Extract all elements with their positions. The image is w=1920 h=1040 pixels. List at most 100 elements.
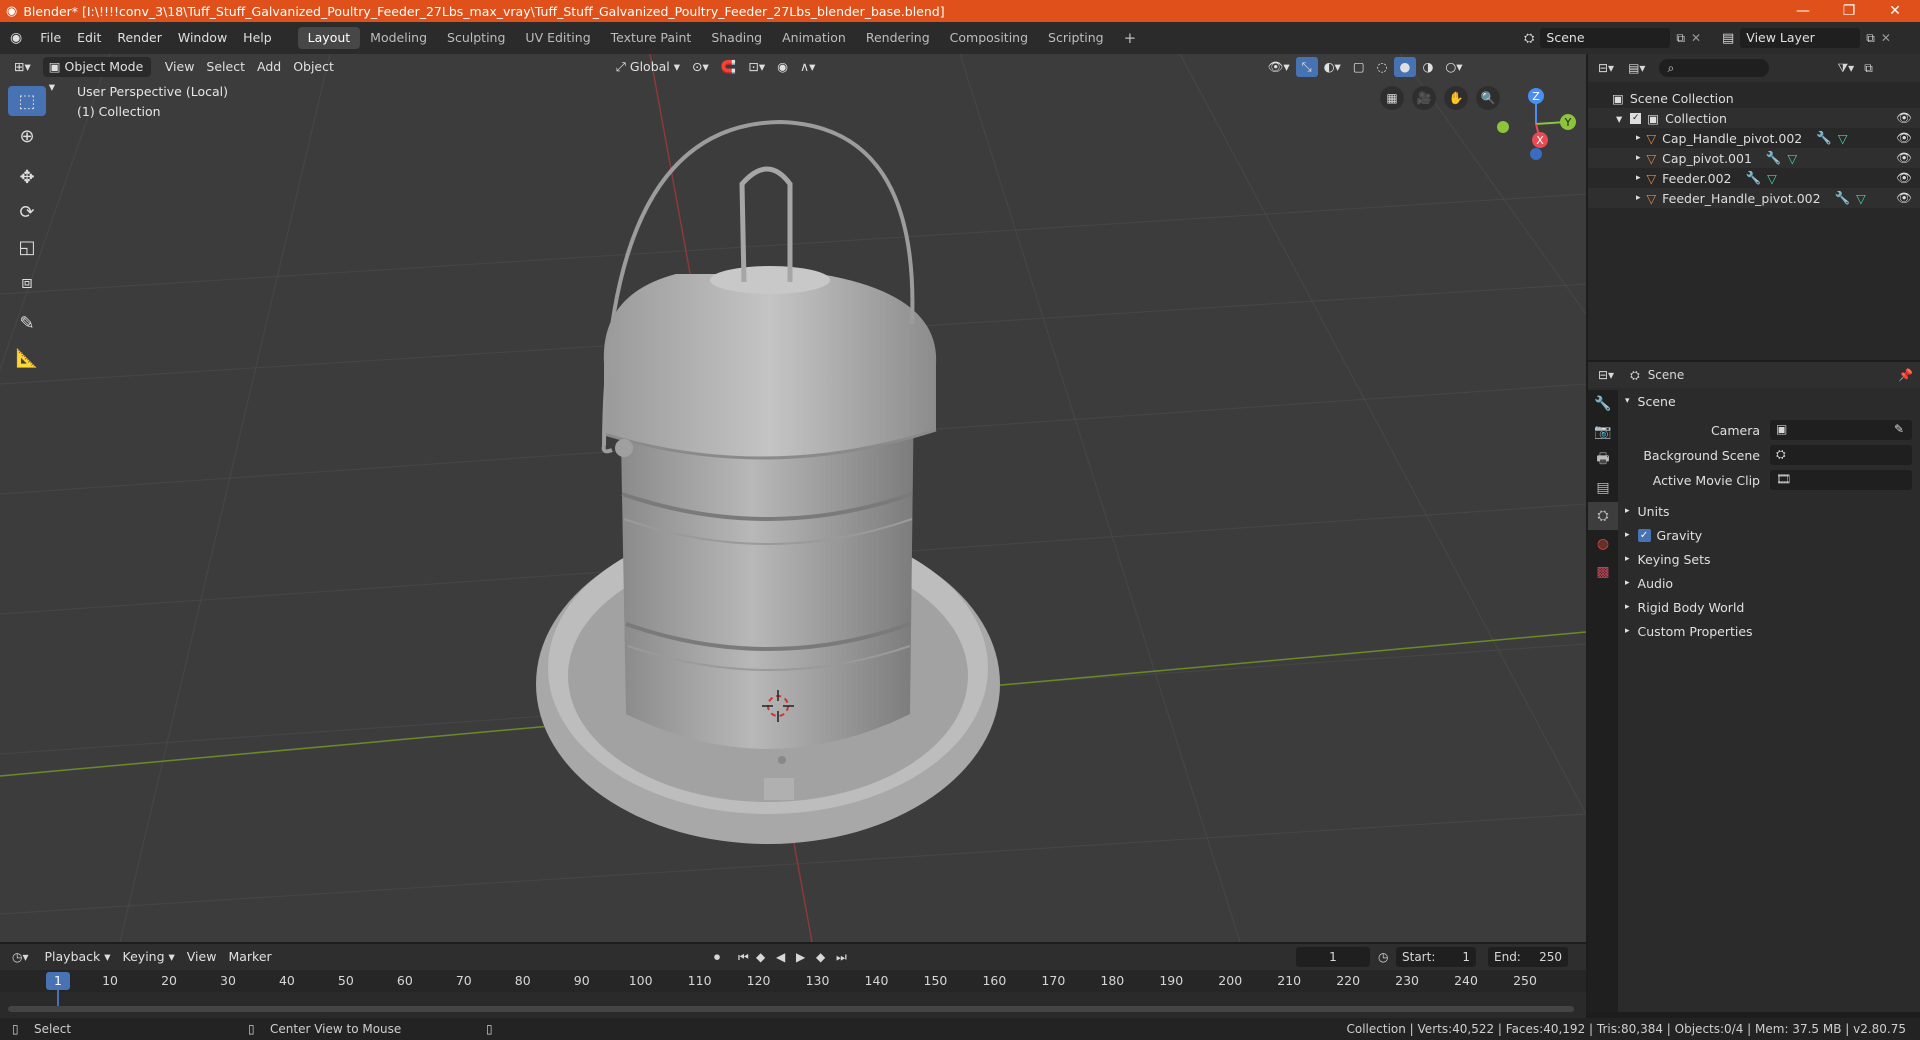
- minimize-button[interactable]: —: [1780, 0, 1826, 22]
- pan-hand-icon[interactable]: ✋: [1444, 86, 1468, 110]
- remove-view-layer-icon[interactable]: ✕: [1881, 31, 1891, 45]
- new-collection-icon[interactable]: ⧉: [1864, 61, 1873, 76]
- properties-editor-icon[interactable]: ⊟▾: [1598, 368, 1614, 382]
- start-frame-field[interactable]: Start: 1: [1396, 947, 1476, 967]
- eye-icon[interactable]: 👁: [1896, 170, 1912, 186]
- pin-icon[interactable]: 📌: [1898, 368, 1913, 382]
- tab-shading[interactable]: Shading: [701, 27, 772, 49]
- outliner-row-object[interactable]: ▸ ▽ Cap_Handle_pivot.002 🔧 ▽ 👁: [1588, 128, 1920, 148]
- viewport-menu-view[interactable]: View: [159, 57, 201, 77]
- active-movie-clip-field[interactable]: 🎞: [1770, 470, 1912, 490]
- mesh-data-icon[interactable]: ▽: [1788, 151, 1798, 166]
- timeline-menu-marker[interactable]: Marker: [222, 947, 277, 967]
- world-tab-icon[interactable]: ◍: [1588, 530, 1618, 558]
- tab-sculpting[interactable]: Sculpting: [437, 27, 515, 49]
- gizmo-toggle-icon[interactable]: ⤡: [1295, 57, 1318, 77]
- outliner-editor-icon[interactable]: ⊟▾: [1598, 61, 1614, 75]
- texture-tab-icon[interactable]: ▩: [1588, 558, 1618, 586]
- outliner-row-collection[interactable]: ▾ ✓ ▣ Collection 👁: [1588, 108, 1920, 128]
- viewport-menu-select[interactable]: Select: [200, 57, 251, 77]
- mesh-data-icon[interactable]: ▽: [1856, 191, 1866, 206]
- visibility-icon[interactable]: 👁▾: [1261, 57, 1295, 77]
- outliner-row-object[interactable]: ▸ ▽ Feeder_Handle_pivot.002 🔧 ▽ 👁: [1588, 188, 1920, 208]
- xray-icon[interactable]: ▢: [1347, 57, 1371, 77]
- viewport-menu-object[interactable]: Object: [287, 57, 340, 77]
- neg-y-axis-handle[interactable]: [1497, 121, 1509, 133]
- view-layer-tab-icon[interactable]: ▤: [1588, 474, 1618, 502]
- tab-scripting[interactable]: Scripting: [1038, 27, 1114, 49]
- collapse-arrow-icon[interactable]: ▾: [1616, 111, 1622, 126]
- snap-icon[interactable]: 🧲: [715, 57, 743, 77]
- tab-layout[interactable]: Layout: [297, 27, 361, 49]
- move-tool-icon[interactable]: ✥: [8, 162, 46, 192]
- add-workspace-button[interactable]: +: [1114, 27, 1147, 49]
- feeder-model[interactable]: [536, 119, 1000, 844]
- new-scene-icon[interactable]: ⧉: [1676, 31, 1685, 46]
- modifier-icon[interactable]: 🔧: [1816, 130, 1832, 146]
- material-shading-icon[interactable]: ◑: [1416, 57, 1439, 77]
- outliner-row-object[interactable]: ▸ ▽ Feeder.002 🔧 ▽ 👁: [1588, 168, 1920, 188]
- outliner-row-object[interactable]: ▸ ▽ Cap_pivot.001 🔧 ▽ 👁: [1588, 148, 1920, 168]
- custom-properties-panel-header[interactable]: ▸ Custom Properties: [1625, 620, 1915, 642]
- remove-scene-icon[interactable]: ✕: [1691, 31, 1701, 45]
- neg-z-axis-handle[interactable]: [1530, 148, 1542, 160]
- mesh-data-icon[interactable]: ▽: [1838, 131, 1848, 146]
- modifier-icon[interactable]: 🔧: [1835, 190, 1851, 206]
- tab-modeling[interactable]: Modeling: [360, 27, 437, 49]
- orientation-dropdown[interactable]: ⤢ Global ▾: [610, 57, 686, 77]
- tab-texture-paint[interactable]: Texture Paint: [601, 27, 702, 49]
- overlay-toggle-icon[interactable]: ◐▾: [1318, 57, 1347, 77]
- expand-arrow-icon[interactable]: ▸: [1636, 173, 1641, 183]
- gravity-checkbox[interactable]: ✓: [1637, 528, 1651, 542]
- rotate-tool-icon[interactable]: ⟳: [8, 197, 46, 227]
- camera-view-icon[interactable]: 🎥: [1412, 86, 1436, 110]
- select-box-tool-icon[interactable]: ⬚: [8, 86, 46, 116]
- menu-file[interactable]: File: [32, 27, 69, 49]
- viewport-menu-add[interactable]: Add: [251, 57, 287, 77]
- menu-edit[interactable]: Edit: [69, 27, 109, 49]
- scene-panel-header[interactable]: ▾ Scene: [1625, 390, 1915, 412]
- falloff-icon[interactable]: ∧▾: [794, 57, 821, 77]
- blender-menu-icon[interactable]: ◉: [10, 30, 22, 46]
- timeline-menu-keying[interactable]: Keying ▾: [117, 947, 181, 967]
- filter-icon[interactable]: ⧩▾: [1837, 61, 1854, 76]
- end-frame-field[interactable]: End: 250: [1488, 947, 1568, 967]
- rendered-shading-icon[interactable]: ○▾: [1439, 57, 1468, 77]
- expand-arrow-icon[interactable]: ▸: [1636, 153, 1641, 163]
- tab-animation[interactable]: Animation: [772, 27, 856, 49]
- timeline-scrollbar[interactable]: [8, 1006, 1574, 1012]
- tab-compositing[interactable]: Compositing: [940, 27, 1038, 49]
- proportional-edit-icon[interactable]: ◉: [771, 57, 794, 77]
- pivot-point-icon[interactable]: ⊙▾: [686, 57, 715, 77]
- next-keyframe-icon[interactable]: ◆: [816, 950, 825, 964]
- menu-help[interactable]: Help: [235, 27, 280, 49]
- rigid-body-world-panel-header[interactable]: ▸ Rigid Body World: [1625, 596, 1915, 618]
- prev-keyframe-icon[interactable]: ◆: [756, 950, 765, 964]
- current-frame-field[interactable]: 1: [1296, 947, 1370, 967]
- background-scene-field[interactable]: ⛭: [1770, 445, 1912, 465]
- toggle-camera-grid-icon[interactable]: ▦: [1380, 86, 1404, 110]
- tab-rendering[interactable]: Rendering: [856, 27, 940, 49]
- scene-tab-icon[interactable]: ⛭: [1588, 502, 1618, 530]
- eye-icon[interactable]: 👁: [1896, 190, 1912, 206]
- 3d-viewport[interactable]: [0, 54, 1586, 942]
- playhead-frame-indicator[interactable]: 1: [46, 972, 70, 990]
- timeline-menu-playback[interactable]: Playback ▾: [39, 947, 117, 967]
- collection-checkbox[interactable]: ✓: [1630, 112, 1642, 124]
- render-tab-icon[interactable]: 📷: [1588, 418, 1618, 446]
- scene-icon[interactable]: ⛭: [1524, 31, 1534, 46]
- scale-tool-icon[interactable]: ◱: [8, 232, 46, 262]
- jump-start-icon[interactable]: ⏮: [738, 950, 749, 965]
- maximize-button[interactable]: ❐: [1826, 0, 1872, 22]
- record-icon[interactable]: ⏺: [714, 950, 720, 965]
- gravity-panel-header[interactable]: ▸ ✓ Gravity: [1625, 524, 1915, 546]
- wireframe-shading-icon[interactable]: ◌: [1371, 57, 1394, 77]
- view-layer-icon[interactable]: ▤: [1722, 31, 1734, 46]
- outliner-row-scene-collection[interactable]: ▣ Scene Collection: [1588, 88, 1920, 108]
- menu-render[interactable]: Render: [109, 27, 170, 49]
- timeline-menu-view[interactable]: View: [181, 947, 223, 967]
- jump-end-icon[interactable]: ⏭: [836, 950, 847, 965]
- expand-arrow-icon[interactable]: ▸: [1636, 133, 1641, 143]
- annotate-tool-icon[interactable]: ✎: [8, 308, 46, 338]
- close-button[interactable]: ✕: [1872, 0, 1918, 22]
